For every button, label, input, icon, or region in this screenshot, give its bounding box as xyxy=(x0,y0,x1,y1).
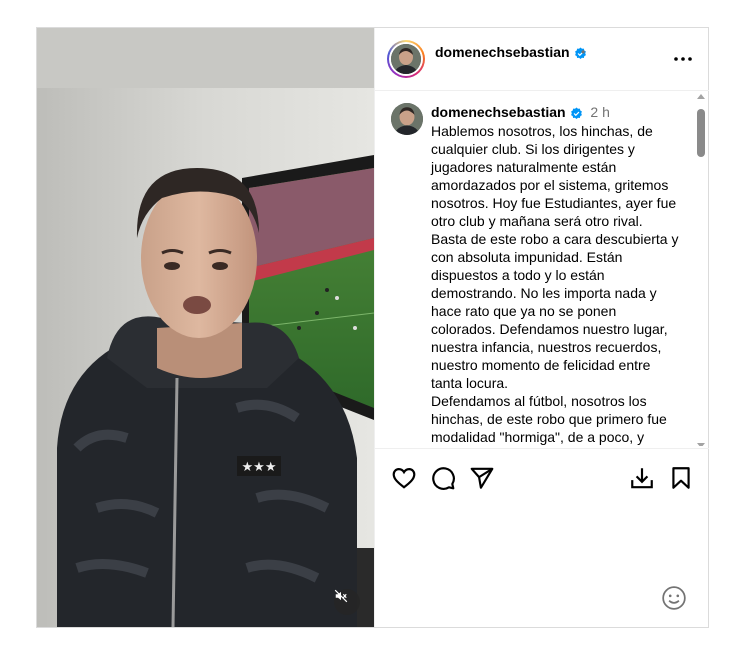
caption-author-username[interactable]: domenechsebastian xyxy=(431,104,566,120)
svg-text:★★★: ★★★ xyxy=(242,460,277,475)
header-separator: • xyxy=(581,45,586,59)
scroll-thumb[interactable] xyxy=(697,109,705,157)
mute-toggle-button[interactable] xyxy=(334,589,360,615)
comment-icon xyxy=(432,467,455,490)
scroll-down-arrow[interactable] xyxy=(697,443,705,446)
post-video[interactable]: ★★★ xyxy=(37,28,374,627)
verified-badge-icon xyxy=(570,107,582,119)
post-header: domenechsebastian • xyxy=(375,28,709,91)
author-username-text[interactable]: domenechsebastian xyxy=(435,44,570,60)
paper-plane-icon xyxy=(470,467,494,489)
download-button[interactable] xyxy=(629,465,655,491)
more-options-button[interactable] xyxy=(671,50,695,68)
video-frame: ★★★ xyxy=(37,28,374,627)
speaker-muted-icon xyxy=(334,589,348,603)
comment-button[interactable] xyxy=(430,465,456,491)
caption-section: domenechsebastian 2 h Hablemos nosotros,… xyxy=(375,91,709,446)
caption-scrollbar[interactable] xyxy=(695,94,707,446)
author-avatar[interactable] xyxy=(391,44,421,74)
emoji-picker-button[interactable] xyxy=(661,585,687,611)
smiley-icon xyxy=(662,586,686,610)
caption-author-avatar[interactable] xyxy=(391,103,423,135)
more-horizontal-icon xyxy=(674,57,692,61)
post-timestamp[interactable]: 2 h xyxy=(590,104,609,120)
instagram-post: ★★★ domenechsebastian • domenechsebastia… xyxy=(36,27,709,628)
download-icon xyxy=(631,468,653,489)
share-button[interactable] xyxy=(469,465,495,491)
scroll-up-arrow[interactable] xyxy=(697,94,705,99)
save-button[interactable] xyxy=(668,465,694,491)
action-bar xyxy=(375,448,709,509)
like-button[interactable] xyxy=(391,465,417,491)
caption-text: Hablemos nosotros, los hinchas, de cualq… xyxy=(431,123,679,445)
heart-icon xyxy=(392,468,416,489)
caption-header: domenechsebastian 2 h xyxy=(431,104,610,120)
post-side-panel: domenechsebastian • domenechsebastian 2 … xyxy=(374,28,709,627)
bookmark-icon xyxy=(672,467,690,489)
author-username[interactable]: domenechsebastian xyxy=(435,44,587,60)
